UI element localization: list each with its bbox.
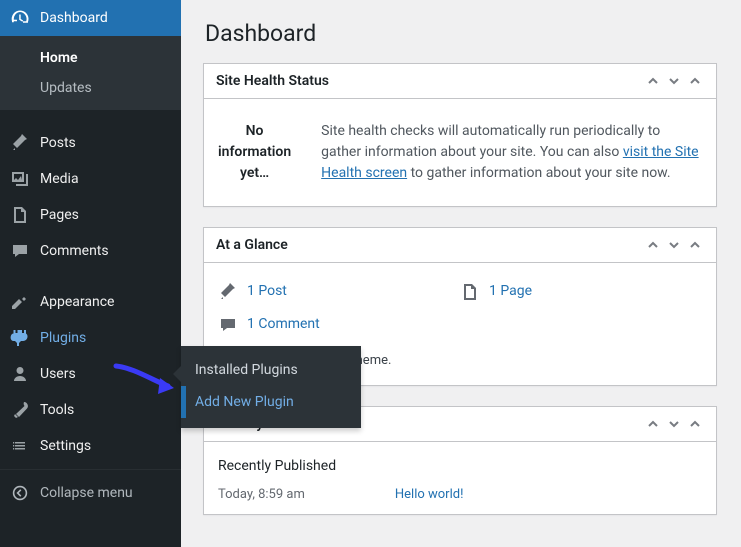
flyout-item-installed-plugins[interactable]: Installed Plugins [181, 354, 361, 386]
sidebar-separator [0, 469, 181, 470]
site-health-no-info: No information yet… [218, 121, 291, 184]
panel-move-down-icon[interactable] [665, 72, 683, 90]
glance-pages-link: 1 Page [489, 281, 532, 302]
sidebar-item-media[interactable]: Media [0, 161, 181, 197]
sidebar-submenu-dashboard: Home Updates [0, 36, 181, 110]
pages-icon [10, 205, 30, 225]
sidebar-item-label: Users [40, 364, 76, 384]
panel-move-up-icon[interactable] [644, 415, 662, 433]
flyout-item-add-new-plugin[interactable]: Add New Plugin [181, 386, 361, 418]
glance-comments-link: 1 Comment [247, 314, 320, 335]
comments-icon [218, 315, 238, 335]
glance-item-posts[interactable]: 1 Post [218, 275, 460, 308]
flyout-pointer-triangle [173, 366, 181, 382]
panel-title: At a Glance [216, 237, 288, 253]
panel-controls [644, 72, 704, 90]
activity-row: Today, 8:59 am Hello world! [218, 485, 702, 509]
activity-time: Today, 8:59 am [218, 485, 305, 505]
sidebar-separator [0, 269, 181, 284]
panel-body: No information yet… Site health checks w… [204, 99, 716, 206]
plugins-icon [10, 328, 30, 348]
collapse-icon [10, 483, 30, 503]
panel-title: Site Health Status [216, 73, 329, 89]
sidebar-item-posts[interactable]: Posts [0, 125, 181, 161]
panel-site-health: Site Health Status No information yet… S… [203, 63, 717, 207]
sidebar-item-label: Posts [40, 133, 76, 153]
panel-body: Recently Published Today, 8:59 am Hello … [204, 442, 716, 515]
health-text-b: to gather information about your site no… [407, 165, 670, 181]
panel-toggle-icon[interactable] [686, 72, 704, 90]
sidebar-item-label: Dashboard [40, 8, 108, 28]
panel-toggle-icon[interactable] [686, 236, 704, 254]
main-content: Dashboard Site Health Status No informat… [181, 0, 741, 547]
tools-icon [10, 400, 30, 420]
sidebar-item-users[interactable]: Users [0, 356, 181, 392]
panel-controls [644, 236, 704, 254]
sidebar-pointer-triangle [181, 20, 189, 36]
sidebar-subitem-home[interactable]: Home [0, 43, 181, 73]
sidebar-item-label: Appearance [40, 292, 114, 312]
sidebar-item-label: Pages [40, 205, 79, 225]
panel-toggle-icon[interactable] [686, 415, 704, 433]
plugins-flyout-submenu: Installed Plugins Add New Plugin [181, 346, 361, 428]
glance-item-comments[interactable]: 1 Comment [218, 308, 460, 341]
glance-grid: 1 Post 1 Page 1 Comment [218, 275, 702, 341]
health-text-a: Site health checks will automatically ru… [321, 123, 660, 160]
comments-icon [10, 241, 30, 261]
panel-move-up-icon[interactable] [644, 72, 662, 90]
sidebar-item-settings[interactable]: Settings [0, 428, 181, 464]
admin-sidebar: Dashboard Home Updates Posts Media Pages [0, 0, 181, 547]
sidebar-item-label: Collapse menu [40, 483, 133, 503]
panel-move-down-icon[interactable] [665, 236, 683, 254]
sidebar-separator [0, 110, 181, 125]
sidebar-subitem-updates[interactable]: Updates [0, 73, 181, 103]
sidebar-item-label: Plugins [40, 328, 86, 348]
activity-post-link[interactable]: Hello world! [395, 485, 464, 505]
users-icon [10, 364, 30, 384]
sidebar-item-label: Media [40, 169, 79, 189]
appearance-icon [10, 292, 30, 312]
panel-header[interactable]: At a Glance [204, 228, 716, 263]
sidebar-item-label: Settings [40, 436, 91, 456]
panel-header[interactable]: Site Health Status [204, 64, 716, 99]
sidebar-item-label: Comments [40, 241, 109, 261]
media-icon [10, 169, 30, 189]
sidebar-item-plugins[interactable]: Plugins [0, 320, 181, 356]
sidebar-item-label: Tools [40, 400, 74, 420]
glance-posts-link: 1 Post [247, 281, 287, 302]
sidebar-item-pages[interactable]: Pages [0, 197, 181, 233]
sidebar-item-dashboard[interactable]: Dashboard [0, 0, 181, 36]
activity-subheading: Recently Published [218, 456, 702, 477]
settings-icon [10, 436, 30, 456]
site-health-description: Site health checks will automatically ru… [321, 121, 702, 184]
pin-icon [10, 133, 30, 153]
sidebar-collapse-button[interactable]: Collapse menu [0, 475, 181, 511]
page-title: Dashboard [205, 20, 715, 47]
sidebar-item-tools[interactable]: Tools [0, 392, 181, 428]
pin-icon [218, 282, 238, 302]
dashboard-icon [10, 8, 30, 28]
panel-move-down-icon[interactable] [665, 415, 683, 433]
glance-item-pages[interactable]: 1 Page [460, 275, 702, 308]
pages-icon [460, 282, 480, 302]
panel-controls [644, 415, 704, 433]
panel-move-up-icon[interactable] [644, 236, 662, 254]
sidebar-item-appearance[interactable]: Appearance [0, 284, 181, 320]
sidebar-item-comments[interactable]: Comments [0, 233, 181, 269]
